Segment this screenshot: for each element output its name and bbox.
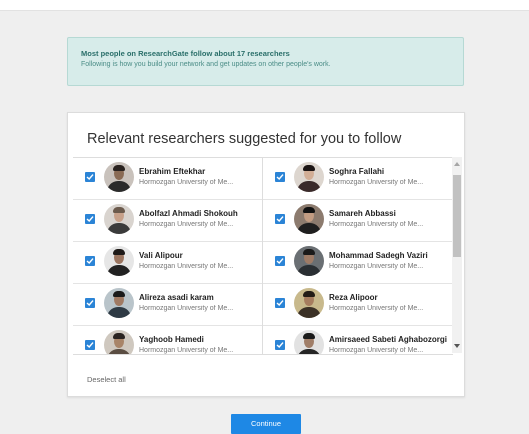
researcher-row[interactable]: Vali Alipour Hormozgan University of Me.… <box>73 242 262 284</box>
researcher-name[interactable]: Abolfazl Ahmadi Shokouh <box>139 209 259 218</box>
avatar[interactable] <box>104 246 134 276</box>
researcher-institution: Hormozgan University of Me... <box>329 263 424 270</box>
follow-checkbox[interactable] <box>85 256 95 266</box>
researcher-name[interactable]: Reza Alipoor <box>329 293 449 302</box>
researcher-institution: Hormozgan University of Me... <box>329 221 424 228</box>
researcher-row[interactable]: Reza Alipoor Hormozgan University of Me.… <box>263 284 453 326</box>
avatar[interactable] <box>294 204 324 234</box>
researcher-name[interactable]: Alireza asadi karam <box>139 293 259 302</box>
researcher-institution: Hormozgan University of Me... <box>329 179 424 186</box>
follow-checkbox[interactable] <box>275 340 285 350</box>
researcher-name[interactable]: Soghra Fallahi <box>329 167 449 176</box>
scrollbar-thumb[interactable] <box>453 175 461 257</box>
researcher-institution: Hormozgan University of Me... <box>139 179 234 186</box>
checkmark-icon <box>276 174 284 181</box>
researcher-row[interactable]: Soghra Fallahi Hormozgan University of M… <box>263 158 453 200</box>
avatar[interactable] <box>294 246 324 276</box>
follow-checkbox[interactable] <box>85 298 95 308</box>
avatar[interactable] <box>294 288 324 318</box>
card-title: Relevant researchers suggested for you t… <box>87 131 402 147</box>
researcher-institution: Hormozgan University of Me... <box>329 347 424 354</box>
banner-title: Most people on ResearchGate follow about… <box>81 49 290 58</box>
checkmark-icon <box>276 342 284 349</box>
avatar[interactable] <box>104 162 134 192</box>
checkmark-icon <box>276 258 284 265</box>
avatar[interactable] <box>294 162 324 192</box>
researcher-row[interactable]: Abolfazl Ahmadi Shokouh Hormozgan Univer… <box>73 200 262 242</box>
list-scrollbar[interactable] <box>452 157 462 353</box>
avatar[interactable] <box>104 330 134 354</box>
researcher-institution: Hormozgan University of Me... <box>139 263 234 270</box>
follow-checkbox[interactable] <box>275 256 285 266</box>
scroll-up-icon[interactable] <box>454 162 460 166</box>
checkmark-icon <box>276 300 284 307</box>
researcher-row[interactable]: Alireza asadi karam Hormozgan University… <box>73 284 262 326</box>
researcher-column-left: Ebrahim Eftekhar Hormozgan University of… <box>73 158 263 354</box>
researcher-institution: Hormozgan University of Me... <box>139 221 234 228</box>
researcher-row[interactable]: Amirsaeed Sabeti Aghabozorgi Hormozgan U… <box>263 326 453 354</box>
checkmark-icon <box>86 342 94 349</box>
researcher-name[interactable]: Ebrahim Eftekhar <box>139 167 259 176</box>
researcher-name[interactable]: Yaghoob Hamedi <box>139 335 259 344</box>
follow-checkbox[interactable] <box>85 340 95 350</box>
banner-subtitle: Following is how you build your network … <box>81 61 331 68</box>
follow-checkbox[interactable] <box>85 214 95 224</box>
avatar[interactable] <box>104 204 134 234</box>
researcher-row[interactable]: Mohammad Sadegh Vaziri Hormozgan Univers… <box>263 242 453 284</box>
researcher-row[interactable]: Samareh Abbassi Hormozgan University of … <box>263 200 453 242</box>
researcher-row[interactable]: Ebrahim Eftekhar Hormozgan University of… <box>73 158 262 200</box>
researcher-institution: Hormozgan University of Me... <box>329 305 424 312</box>
researcher-name[interactable]: Samareh Abbassi <box>329 209 449 218</box>
scroll-down-icon[interactable] <box>454 344 460 348</box>
researcher-column-right: Soghra Fallahi Hormozgan University of M… <box>263 158 453 354</box>
researcher-row[interactable]: Yaghoob Hamedi Hormozgan University of M… <box>73 326 262 354</box>
researcher-name[interactable]: Vali Alipour <box>139 251 259 260</box>
checkmark-icon <box>86 300 94 307</box>
checkmark-icon <box>276 216 284 223</box>
checkmark-icon <box>86 216 94 223</box>
checkmark-icon <box>86 174 94 181</box>
avatar[interactable] <box>104 288 134 318</box>
follow-checkbox[interactable] <box>275 214 285 224</box>
avatar[interactable] <box>294 330 324 354</box>
info-banner: Most people on ResearchGate follow about… <box>67 37 464 86</box>
researcher-institution: Hormozgan University of Me... <box>139 347 234 354</box>
follow-checkbox[interactable] <box>85 172 95 182</box>
deselect-all-link[interactable]: Deselect all <box>87 375 126 384</box>
researcher-name[interactable]: Amirsaeed Sabeti Aghabozorgi <box>329 335 449 344</box>
researcher-list[interactable]: Ebrahim Eftekhar Hormozgan University of… <box>73 157 453 355</box>
follow-checkbox[interactable] <box>275 298 285 308</box>
continue-button[interactable]: Continue <box>231 414 301 434</box>
researcher-name[interactable]: Mohammad Sadegh Vaziri <box>329 251 449 260</box>
checkmark-icon <box>86 258 94 265</box>
suggestions-card: Relevant researchers suggested for you t… <box>67 112 465 397</box>
top-bar <box>0 0 529 11</box>
follow-checkbox[interactable] <box>275 172 285 182</box>
researcher-institution: Hormozgan University of Me... <box>139 305 234 312</box>
